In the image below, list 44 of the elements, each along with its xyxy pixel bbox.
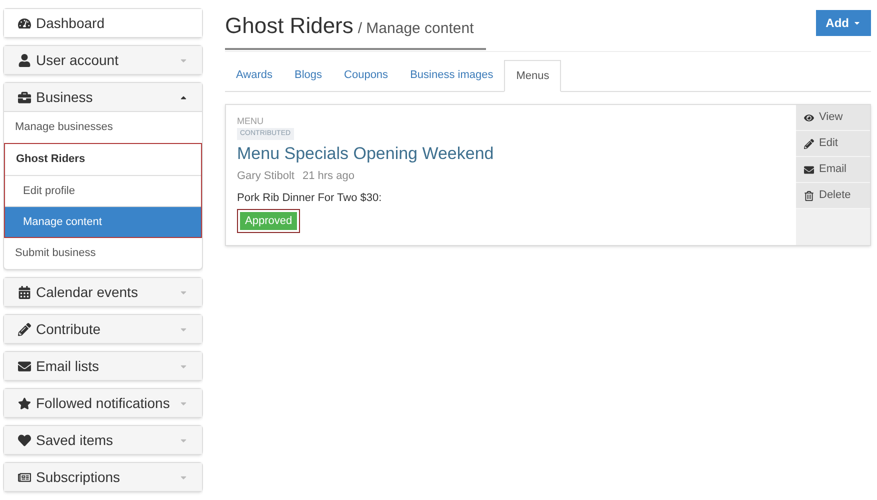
sidebar-item[interactable]: Manage businesses: [4, 112, 202, 143]
trash-icon: [804, 190, 814, 200]
user-icon: [18, 54, 31, 66]
caret-icon: [853, 19, 861, 27]
sidebar-item[interactable]: Manage content: [5, 206, 201, 237]
panel-header[interactable]: Followed notifications: [4, 389, 202, 417]
add-button[interactable]: Add: [816, 10, 871, 36]
action-button[interactable]: Email: [796, 157, 870, 183]
status-badge: Approved: [240, 212, 298, 230]
star-icon: [18, 396, 31, 410]
action-button[interactable]: Edit: [796, 131, 870, 157]
panel-header[interactable]: Subscriptions: [4, 463, 202, 491]
sidebar-item[interactable]: Submit business: [4, 238, 202, 269]
timestamp: 21 hrs ago: [302, 169, 354, 183]
page-title: Ghost Riders / Manage content: [225, 9, 486, 50]
panel-header[interactable]: Email lists: [4, 352, 202, 380]
action-button[interactable]: Delete: [796, 183, 870, 209]
heart-icon: [18, 434, 31, 446]
tab[interactable]: Blogs: [283, 60, 334, 91]
eye-icon: [804, 112, 814, 122]
sidebar-group-title[interactable]: Ghost Riders: [5, 144, 201, 175]
content-title[interactable]: Menu Specials Opening Weekend: [237, 143, 494, 165]
action-button[interactable]: View: [796, 105, 870, 131]
content-body: Pork Rib Dinner For Two $30:: [237, 191, 382, 205]
calendar-icon: [18, 286, 31, 298]
pencil-icon: [804, 138, 814, 148]
pencil-icon: [18, 322, 31, 336]
envelope-icon: [18, 360, 31, 372]
author-name: Gary Stibolt: [237, 169, 294, 183]
panel-header[interactable]: Calendar events: [4, 278, 202, 306]
panel-header[interactable]: Dashboard: [4, 9, 202, 37]
panel-header[interactable]: Business: [4, 83, 202, 111]
tab[interactable]: Awards: [225, 60, 284, 91]
envelope-icon: [804, 164, 814, 174]
panel-header[interactable]: Saved items: [4, 426, 202, 454]
dashboard-icon: [18, 16, 31, 30]
tab[interactable]: Coupons: [333, 60, 400, 91]
panel-header[interactable]: User account: [4, 46, 202, 74]
content-type-label: MENU: [237, 115, 264, 127]
briefcase-icon: [18, 90, 31, 104]
tab[interactable]: Business images: [399, 60, 504, 91]
panel-header[interactable]: Contribute: [4, 315, 202, 343]
tab[interactable]: Menus: [504, 60, 562, 92]
card-icon: [18, 470, 31, 484]
